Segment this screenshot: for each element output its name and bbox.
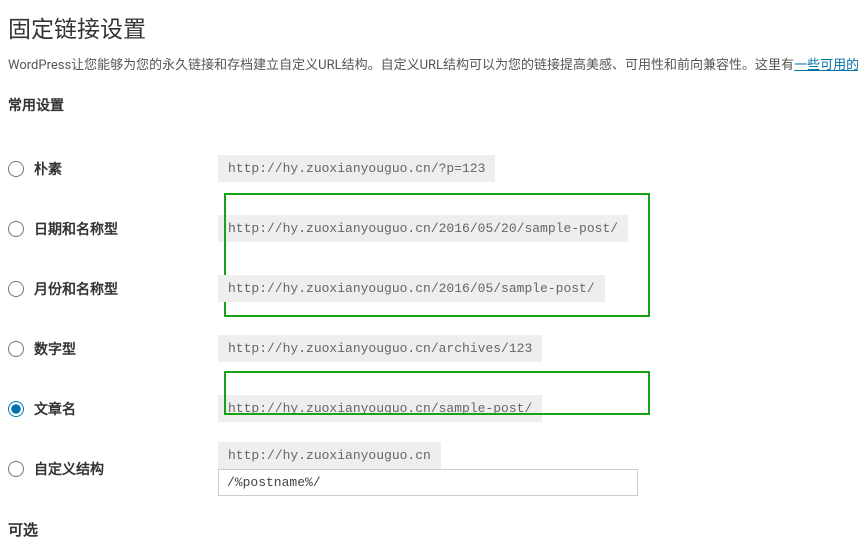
option-label-custom: 自定义结构 (34, 459, 104, 479)
radio-numeric[interactable] (8, 341, 24, 357)
example-numeric: http://hy.zuoxianyouguo.cn/archives/123 (218, 335, 542, 362)
option-label-postname: 文章名 (34, 399, 76, 419)
example-postname: http://hy.zuoxianyouguo.cn/sample-post/ (218, 395, 542, 422)
custom-structure-input[interactable] (218, 469, 638, 496)
section-title-common: 常用设置 (8, 95, 858, 115)
example-day-name: http://hy.zuoxianyouguo.cn/2016/05/20/sa… (218, 215, 628, 242)
available-tags-link[interactable]: 一些可用的 (794, 58, 858, 73)
radio-custom[interactable] (8, 461, 24, 477)
option-label-plain: 朴素 (34, 159, 62, 179)
option-row-custom: 自定义结构 http://hy.zuoxianyouguo.cn (8, 439, 858, 499)
radio-postname[interactable] (8, 401, 24, 417)
example-plain: http://hy.zuoxianyouguo.cn/?p=123 (218, 155, 495, 182)
option-label-numeric: 数字型 (34, 339, 76, 359)
radio-month-name[interactable] (8, 281, 24, 297)
optional-section-title: 可选 (8, 519, 858, 540)
option-row-numeric: 数字型 http://hy.zuoxianyouguo.cn/archives/… (8, 319, 858, 379)
page-title: 固定链接设置 (8, 10, 858, 44)
option-row-plain: 朴素 http://hy.zuoxianyouguo.cn/?p=123 (8, 139, 858, 199)
option-row-postname: 文章名 http://hy.zuoxianyouguo.cn/sample-po… (8, 379, 858, 439)
option-label-day-name: 日期和名称型 (34, 219, 118, 239)
option-row-month-name: 月份和名称型 http://hy.zuoxianyouguo.cn/2016/0… (8, 259, 858, 319)
option-row-day-name: 日期和名称型 http://hy.zuoxianyouguo.cn/2016/0… (8, 199, 858, 259)
page-description: WordPress让您能够为您的永久链接和存档建立自定义URL结构。自定义URL… (8, 56, 858, 77)
custom-base-url: http://hy.zuoxianyouguo.cn (218, 442, 441, 469)
radio-plain[interactable] (8, 161, 24, 177)
radio-day-name[interactable] (8, 221, 24, 237)
desc-text: WordPress让您能够为您的永久链接和存档建立自定义URL结构。自定义URL… (8, 58, 794, 73)
option-label-month-name: 月份和名称型 (34, 279, 118, 299)
example-month-name: http://hy.zuoxianyouguo.cn/2016/05/sampl… (218, 275, 605, 302)
permalink-options: 朴素 http://hy.zuoxianyouguo.cn/?p=123 日期和… (8, 139, 858, 499)
